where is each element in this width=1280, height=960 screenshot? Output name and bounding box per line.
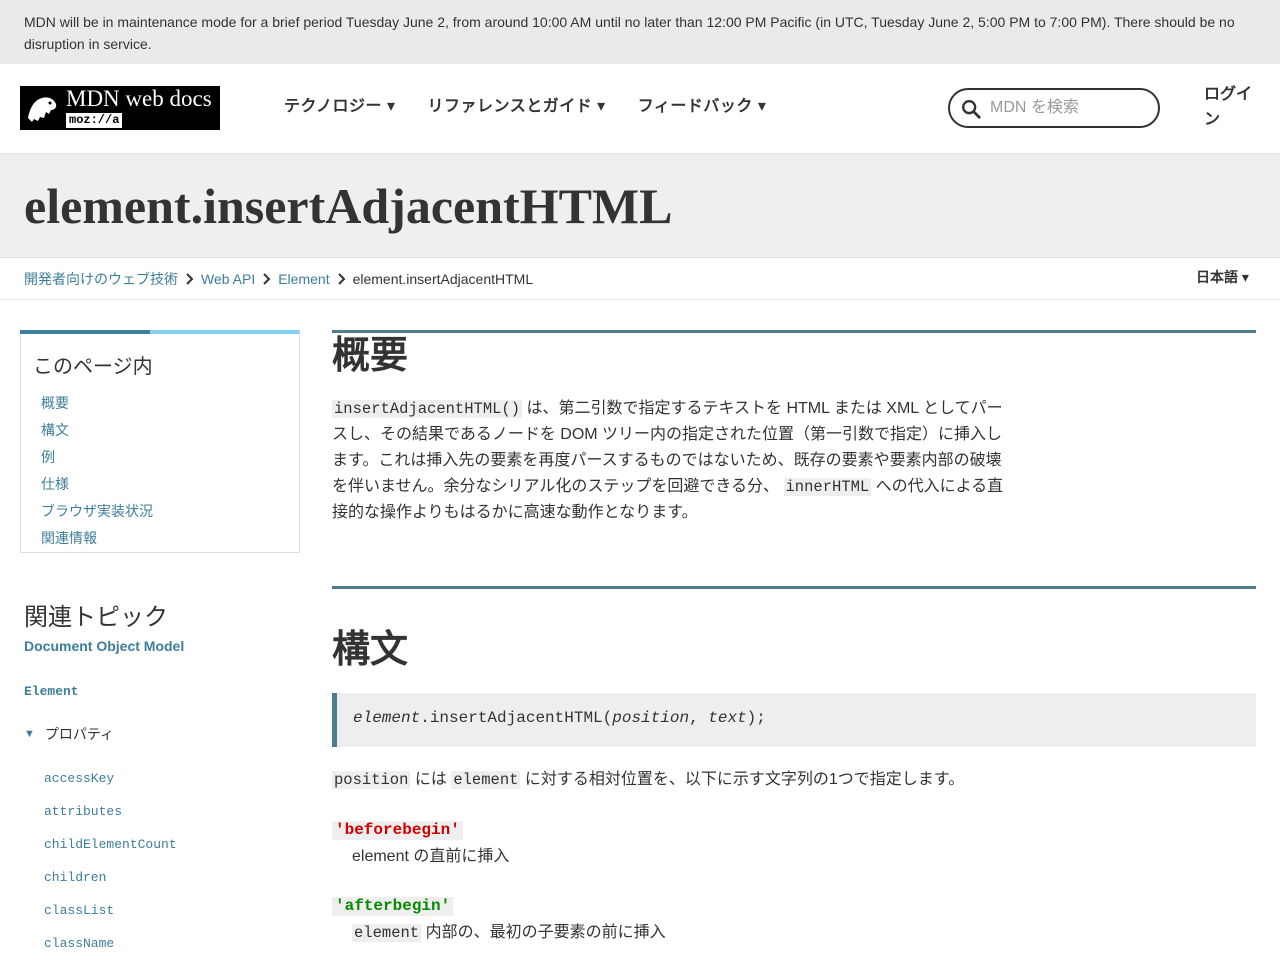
section-divider	[332, 330, 1256, 333]
syntax-arg: text	[708, 709, 747, 727]
syntax-end: );	[746, 709, 766, 727]
toc-link-overview[interactable]: 概要	[41, 395, 69, 411]
list-item[interactable]: attributes	[44, 795, 177, 828]
term-description: element の直前に挿入	[352, 848, 510, 865]
toc-item[interactable]: 仕様	[41, 471, 153, 498]
toc-item[interactable]: 概要	[41, 390, 153, 417]
inline-code[interactable]: innerHTML	[783, 478, 872, 496]
inline-code: position	[332, 771, 411, 789]
nav-technologies[interactable]: テクノロジー ▾	[284, 95, 396, 119]
term-afterbegin: 'afterbegin'	[332, 897, 454, 916]
syntax-code-block: element.insertAdjacentHTML(position, tex…	[332, 693, 1256, 747]
toc-list: 概要 構文 例 仕様 ブラウザ実装状況 関連情報	[41, 390, 153, 552]
toc-item[interactable]: 例	[41, 444, 153, 471]
list-item[interactable]: classList	[44, 894, 177, 927]
toc-item[interactable]: 構文	[41, 417, 153, 444]
breadcrumb-current: element.insertAdjacentHTML	[352, 271, 534, 287]
breadcrumb-web-tech[interactable]: 開発者向けのウェブ技術	[24, 270, 178, 288]
property-link[interactable]: accessKey	[44, 771, 114, 786]
property-link[interactable]: classList	[44, 903, 114, 918]
toc-link-spec[interactable]: 仕様	[41, 476, 69, 492]
main-nav: テクノロジー ▾ リファレンスとガイド ▾ フィードバック ▾	[284, 95, 798, 119]
description-text: 内部の、最初の子要素の前に挿入	[421, 924, 666, 941]
position-description: position には element に対する相対位置を、以下に示す文字列の1…	[332, 768, 964, 792]
dino-logo-icon	[28, 97, 57, 122]
list-item[interactable]: className	[44, 927, 177, 960]
element-link[interactable]: Element	[24, 684, 79, 699]
breadcrumb-element[interactable]: Element	[278, 270, 329, 288]
toc-heading: このページ内	[33, 356, 153, 378]
section-divider	[332, 586, 1256, 589]
description-text: には	[410, 771, 452, 788]
property-link[interactable]: childElementCount	[44, 837, 177, 852]
term-description: element 内部の、最初の子要素の前に挿入	[352, 922, 666, 944]
chevron-right-icon	[263, 273, 271, 285]
section-title-syntax: 構文	[332, 629, 409, 671]
chevron-right-icon	[186, 273, 194, 285]
properties-toggle[interactable]: ▼ プロパティ	[24, 724, 114, 744]
list-item[interactable]: children	[44, 861, 177, 894]
breadcrumb-web-api[interactable]: Web API	[201, 270, 255, 288]
mdn-logo[interactable]: MDN web docs moz://a	[20, 86, 220, 130]
properties-label: プロパティ	[44, 726, 115, 742]
search-input[interactable]	[990, 97, 1150, 119]
toc-link-example[interactable]: 例	[41, 449, 55, 465]
breadcrumb-bar: 開発者向けのウェブ技術 Web API Element element.inse…	[0, 258, 1280, 300]
search-box[interactable]	[948, 88, 1160, 128]
term-beforebegin: 'beforebegin'	[332, 821, 463, 840]
title-band: element.insertAdjacentHTML	[0, 154, 1280, 258]
dom-link[interactable]: Document Object Model	[24, 638, 294, 654]
list-item[interactable]: childElementCount	[44, 828, 177, 861]
inline-code[interactable]: insertAdjacentHTML()	[332, 400, 523, 418]
description-text: に対する相対位置を、以下に示す文字列の1つで指定します。	[520, 771, 965, 788]
property-link[interactable]: className	[44, 936, 114, 951]
property-link[interactable]: children	[44, 870, 106, 885]
property-link[interactable]: attributes	[44, 804, 122, 819]
toc-item[interactable]: 関連情報	[41, 525, 153, 552]
syntax-comma: ,	[689, 709, 709, 727]
properties-list: accessKey attributes childElementCount c…	[44, 762, 177, 960]
in-page-toc: このページ内 概要 構文 例 仕様 ブラウザ実装状況 関連情報	[20, 330, 300, 553]
site-header: MDN web docs moz://a テクノロジー ▾ リファレンスとガイド…	[0, 64, 1280, 154]
syntax-arg: position	[612, 709, 690, 727]
syntax-object: element	[353, 709, 421, 727]
nav-references-guides[interactable]: リファレンスとガイド ▾	[428, 95, 606, 119]
logo-title: MDN web docs	[64, 86, 220, 112]
inline-code: element	[451, 771, 521, 789]
toc-link-syntax[interactable]: 構文	[41, 422, 69, 438]
list-item[interactable]: accessKey	[44, 762, 177, 795]
search-icon	[962, 100, 981, 119]
related-heading: 関連トピック	[24, 604, 168, 631]
nav-feedback[interactable]: フィードバック ▾	[638, 95, 767, 119]
breadcrumb: 開発者向けのウェブ技術 Web API Element element.inse…	[24, 270, 533, 288]
main-content: 概要 insertAdjacentHTML() は、第二引数で指定するテキストを…	[332, 330, 1256, 942]
related-topics: 関連トピック Document Object Model Element ▼ プ…	[24, 602, 294, 951]
chevron-right-icon	[337, 273, 345, 285]
section-title-overview: 概要	[332, 335, 409, 377]
triangle-down-icon: ▼	[24, 728, 35, 740]
language-select[interactable]: 日本語 ▾	[1196, 268, 1249, 286]
page-title: element.insertAdjacentHTML	[24, 178, 673, 234]
login-link[interactable]: ログイン	[1204, 82, 1254, 132]
syntax-method: .insertAdjacentHTML(	[420, 709, 613, 727]
toc-link-see-also[interactable]: 関連情報	[41, 530, 97, 546]
intro-paragraph: insertAdjacentHTML() は、第二引数で指定するテキストを HT…	[332, 396, 1004, 526]
inline-code: element	[352, 924, 422, 942]
toc-link-compat[interactable]: ブラウザ実装状況	[41, 503, 153, 519]
logo-mozilla: moz://a	[66, 113, 123, 128]
maintenance-banner: MDN will be in maintenance mode for a br…	[0, 0, 1280, 64]
banner-text: MDN will be in maintenance mode for a br…	[24, 14, 1235, 52]
toc-item[interactable]: ブラウザ実装状況	[41, 498, 153, 525]
